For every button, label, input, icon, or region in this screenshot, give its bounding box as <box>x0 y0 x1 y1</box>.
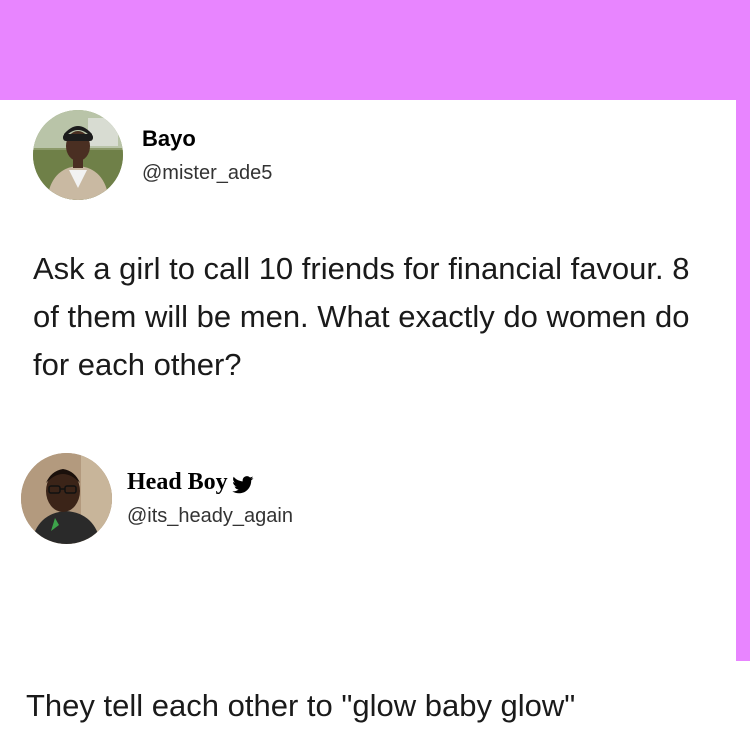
tweet-text: They tell each other to "glow baby glow" <box>26 688 576 723</box>
avatar[interactable] <box>21 453 112 544</box>
tweet-text: Ask a girl to call 10 friends for financ… <box>33 251 690 382</box>
twitter-bird-icon <box>231 474 254 493</box>
display-name[interactable]: Head Boy <box>127 469 254 496</box>
user-handle[interactable]: @its_heady_again <box>127 505 293 528</box>
background-band-right <box>736 100 750 661</box>
tweet-screenshot-card: Bayo @mister_ade5 Ask a girl to call 10 … <box>0 100 736 723</box>
background-band-top <box>0 0 750 100</box>
user-handle[interactable]: @mister_ade5 <box>142 162 272 185</box>
display-name-text: Head Boy <box>127 469 228 495</box>
display-name[interactable]: Bayo <box>142 126 196 152</box>
avatar[interactable] <box>33 110 123 200</box>
